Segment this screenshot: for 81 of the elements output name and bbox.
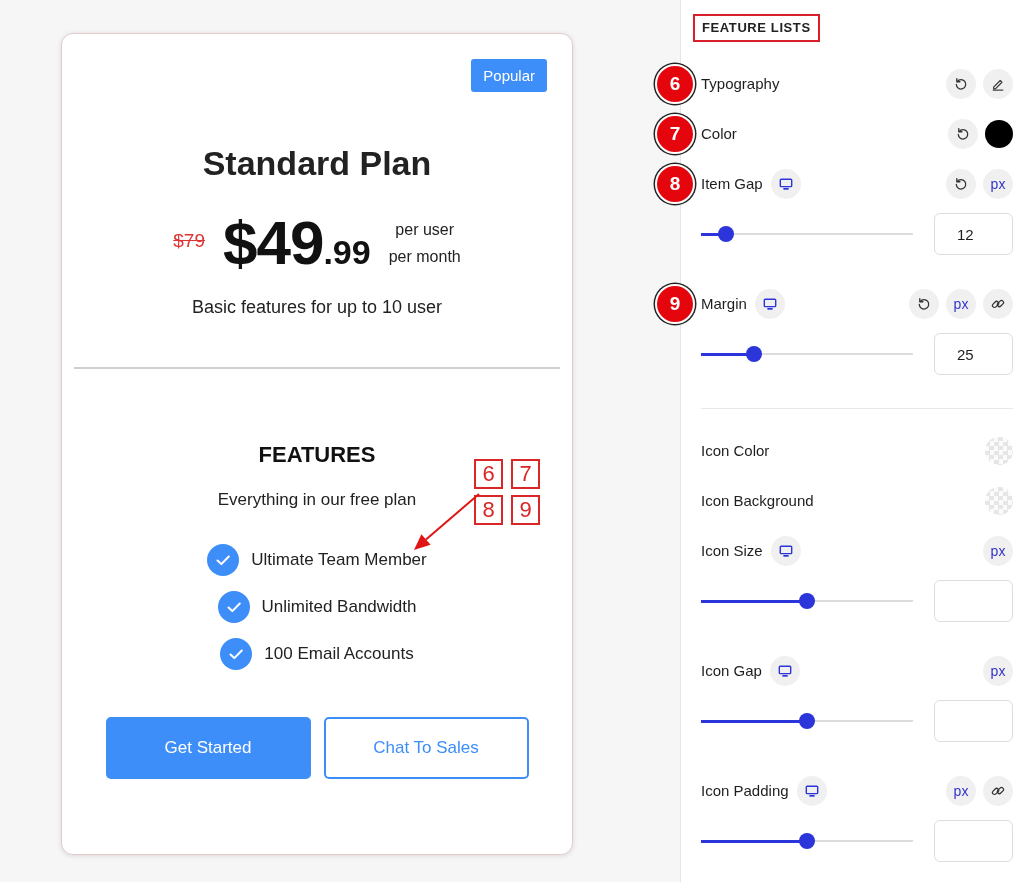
feature-text: Unlimited Bandwidth xyxy=(261,596,417,619)
slider-track[interactable] xyxy=(701,713,913,729)
callout-number: 6 xyxy=(474,459,503,489)
reset-icon xyxy=(954,77,968,91)
monitor-icon xyxy=(778,177,793,191)
device-button[interactable] xyxy=(770,536,801,566)
slider-track[interactable] xyxy=(701,833,913,849)
slider-track[interactable] xyxy=(701,593,913,609)
control-label: Icon Color xyxy=(701,440,770,461)
number-input[interactable] xyxy=(934,820,1013,862)
reset-icon xyxy=(956,127,970,141)
plan-description: Basic features for up to 10 user xyxy=(191,296,443,319)
reset-button[interactable] xyxy=(946,169,976,199)
transparent-swatch-icon[interactable] xyxy=(985,487,1013,515)
color-swatch-icon[interactable] xyxy=(985,120,1013,148)
edit-button[interactable] xyxy=(983,69,1013,99)
unit-button[interactable]: px xyxy=(983,536,1013,566)
number-input[interactable] xyxy=(934,580,1013,622)
monitor-icon xyxy=(777,664,792,678)
reset-icon xyxy=(954,177,968,191)
device-button[interactable] xyxy=(796,776,827,806)
transparent-swatch-icon[interactable] xyxy=(985,437,1013,465)
step-marker: 8 xyxy=(655,164,695,204)
popular-badge: Popular xyxy=(471,59,547,92)
check-circle-icon xyxy=(217,591,250,623)
number-input[interactable] xyxy=(934,700,1013,742)
pencil-icon xyxy=(991,77,1005,91)
plan-title: Standard Plan xyxy=(202,143,432,184)
control-label: Icon Background xyxy=(701,490,814,511)
price-cents: .99 xyxy=(323,235,371,269)
reset-button[interactable] xyxy=(946,69,976,99)
features-subheading: Everything in our free plan xyxy=(217,489,417,511)
slider-track[interactable] xyxy=(701,346,913,362)
number-input[interactable]: 25 xyxy=(934,333,1013,375)
device-button[interactable] xyxy=(770,169,801,199)
link-button[interactable] xyxy=(983,776,1013,806)
control-label: Icon Gap xyxy=(701,660,762,681)
unit-button[interactable]: px xyxy=(946,776,976,806)
slider-thumb[interactable] xyxy=(718,226,735,242)
reset-button[interactable] xyxy=(909,289,939,319)
callout-number: 9 xyxy=(511,495,540,525)
link-icon xyxy=(991,297,1005,311)
step-marker: 7 xyxy=(655,114,695,154)
unit-button[interactable]: px xyxy=(983,169,1013,199)
unit-button[interactable]: px xyxy=(983,656,1013,686)
monitor-icon xyxy=(804,784,819,798)
billing-period-text: per month xyxy=(388,247,461,267)
slider-thumb[interactable] xyxy=(799,833,815,849)
device-button[interactable] xyxy=(769,656,800,686)
control-label: Icon Size xyxy=(701,540,763,561)
control-label: Icon Padding xyxy=(701,780,789,801)
reset-button[interactable] xyxy=(948,119,978,149)
device-button[interactable] xyxy=(754,289,785,319)
monitor-icon xyxy=(778,544,793,558)
price-amount: $49 xyxy=(222,212,324,274)
slider-track[interactable] xyxy=(701,226,913,242)
section-title: FEATURE LISTS xyxy=(693,14,820,42)
link-icon xyxy=(991,784,1005,798)
slider-thumb[interactable] xyxy=(799,713,815,729)
step-marker: 6 xyxy=(655,64,695,104)
link-button[interactable] xyxy=(983,289,1013,319)
step-marker: 9 xyxy=(655,284,695,324)
callout-number: 8 xyxy=(474,495,503,525)
callout-number: 7 xyxy=(511,459,540,489)
feature-text: 100 Email Accounts xyxy=(264,643,414,666)
slider-thumb[interactable] xyxy=(746,346,762,362)
old-price: $79 xyxy=(173,228,205,253)
control-label: Margin xyxy=(701,293,747,314)
slider-thumb[interactable] xyxy=(799,593,815,609)
check-circle-icon xyxy=(220,638,253,670)
control-label: Item Gap xyxy=(701,173,763,194)
control-label: Color xyxy=(701,123,737,144)
feature-text: Ultimate Team Member xyxy=(251,549,427,572)
reset-icon xyxy=(917,297,931,311)
features-heading: FEATURES xyxy=(258,441,376,469)
monitor-icon xyxy=(762,297,777,311)
control-label: Typography xyxy=(701,73,780,94)
number-input[interactable]: 12 xyxy=(934,213,1013,255)
billing-period-text: per user xyxy=(395,220,455,240)
check-circle-icon xyxy=(207,544,240,576)
unit-button[interactable]: px xyxy=(946,289,976,319)
